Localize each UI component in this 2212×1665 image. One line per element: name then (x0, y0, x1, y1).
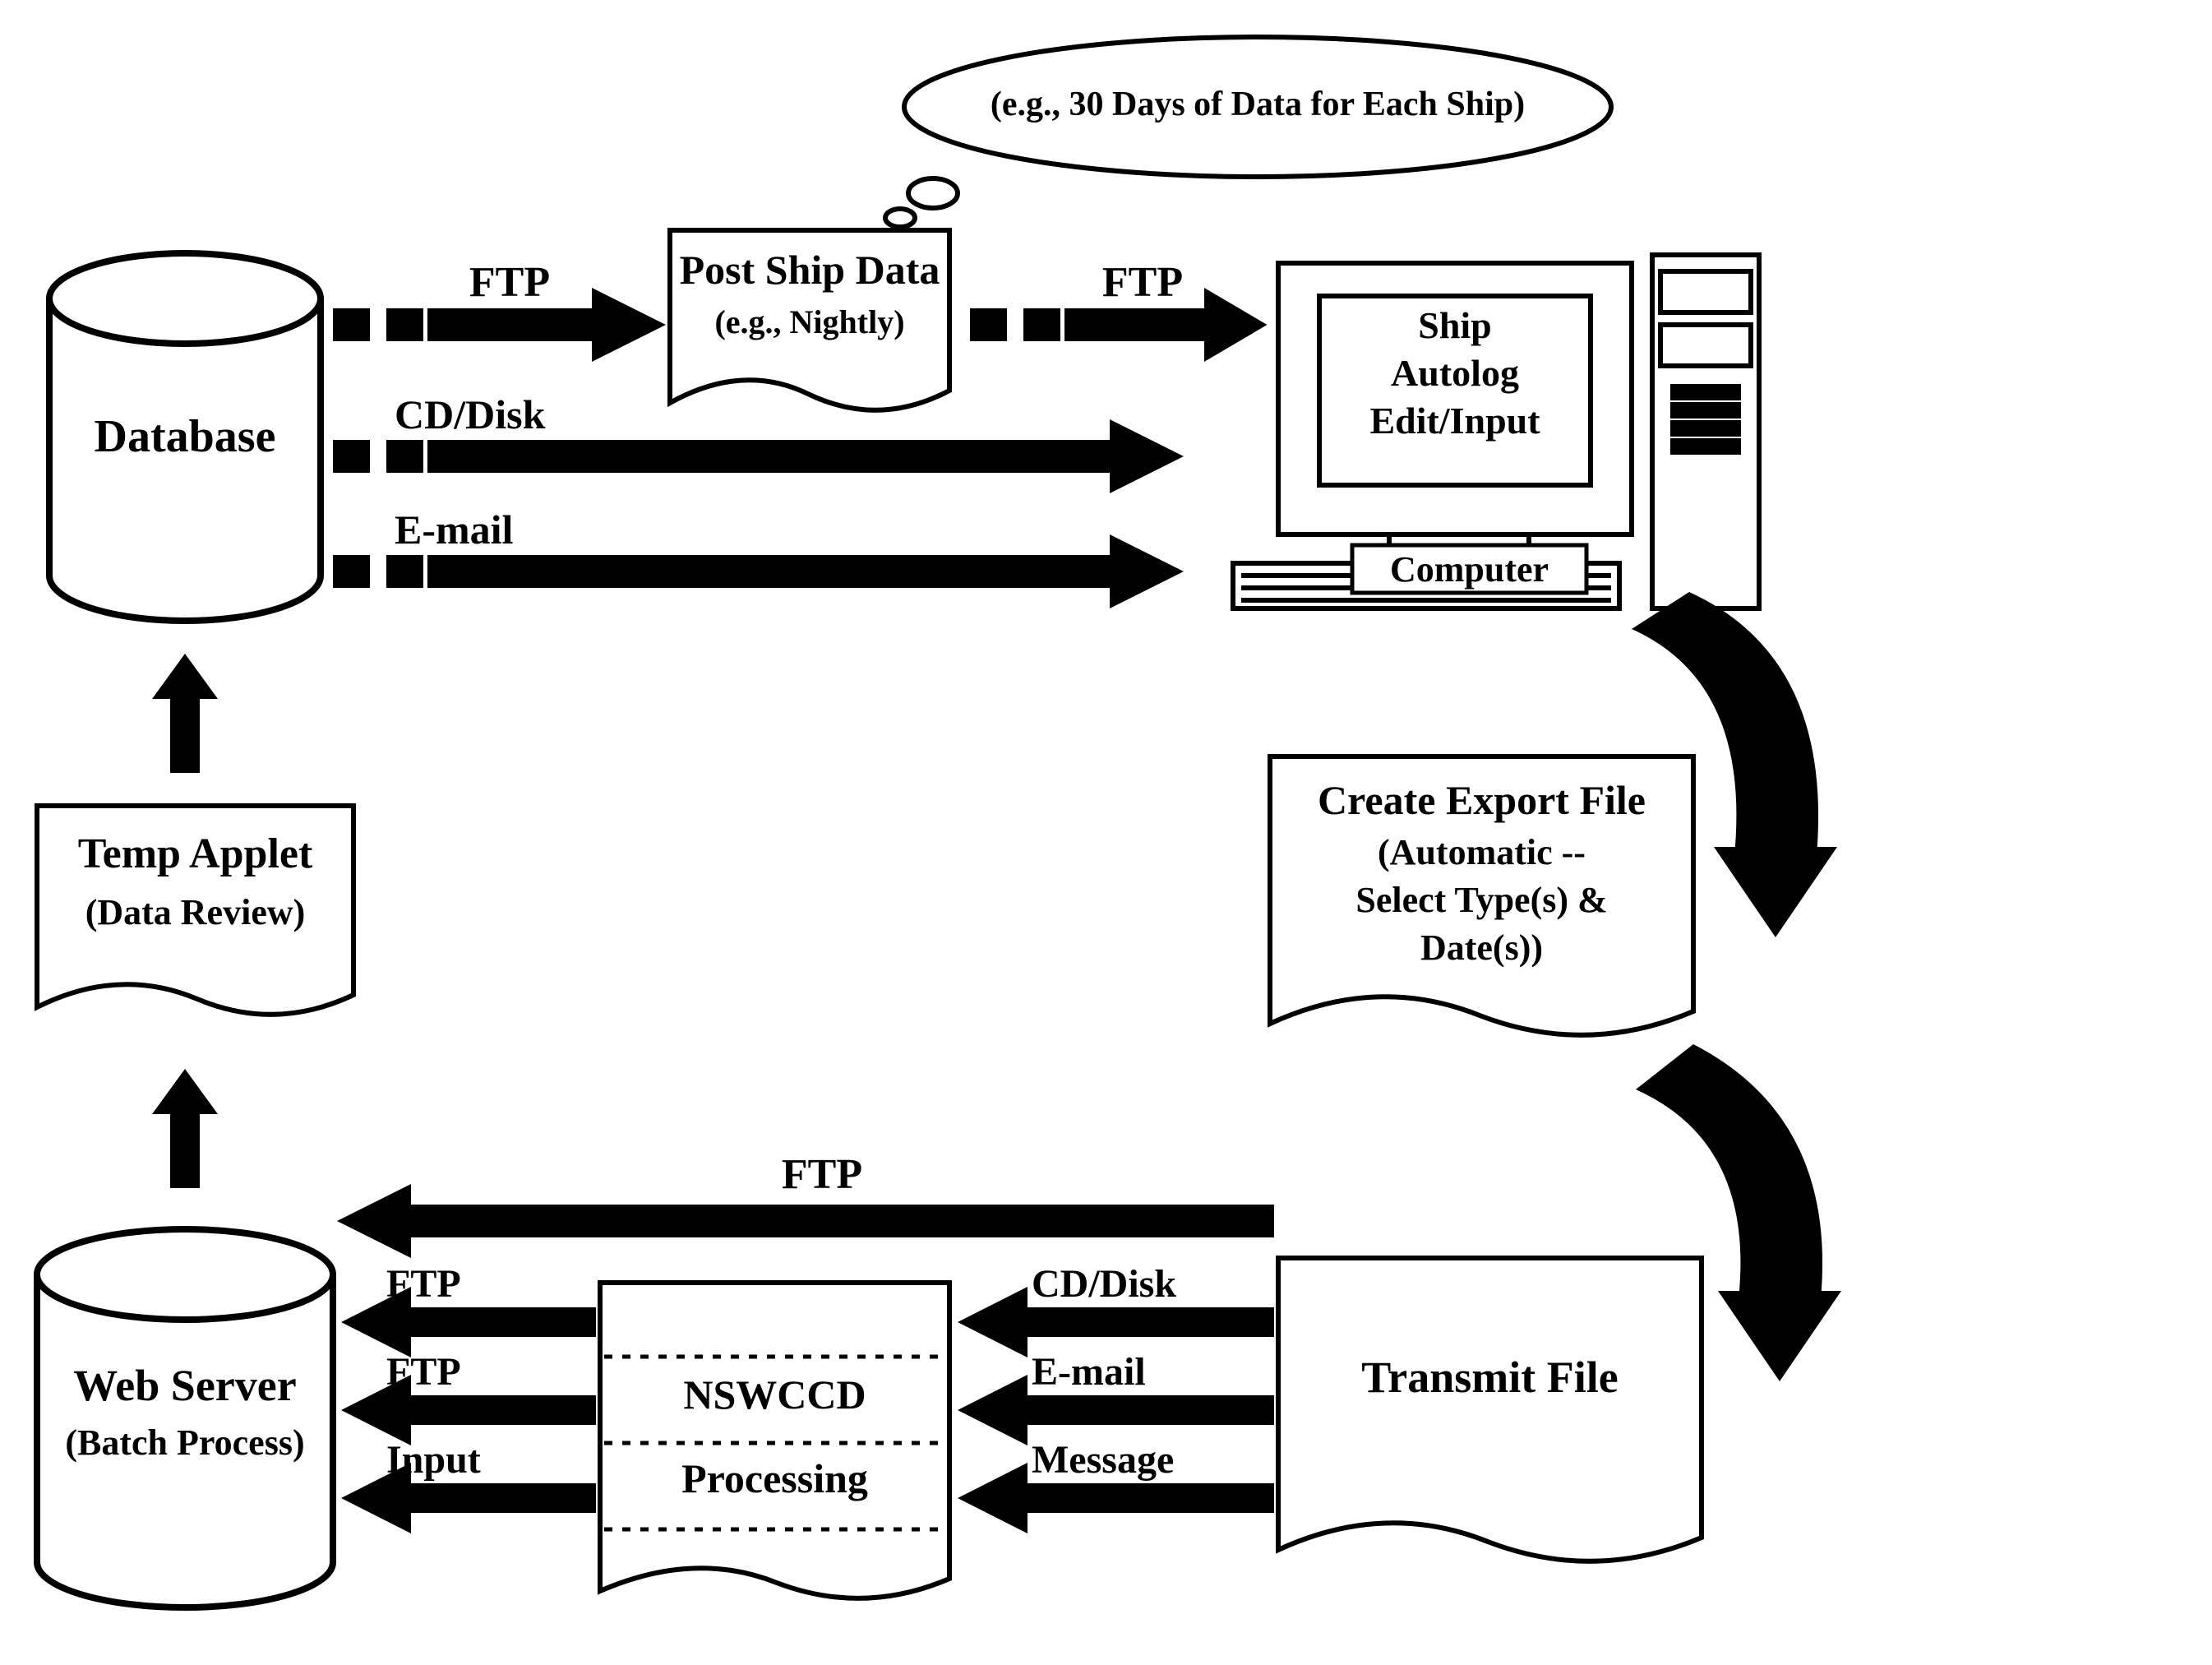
edge-msg: Message (1032, 1438, 1278, 1482)
transmit-file-doc (1278, 1258, 1702, 1561)
arrow-ws-to-applet (152, 1069, 218, 1188)
database-label: Database (49, 411, 321, 463)
export-l3: Select Type(s) & (1270, 880, 1693, 920)
edge-email-2: E-mail (1032, 1350, 1278, 1394)
edge-input: Input (386, 1438, 600, 1482)
webserver-sub: (Batch Process) (37, 1422, 333, 1463)
webserver-title: Web Server (37, 1361, 333, 1410)
edge-ftp-3: FTP (386, 1262, 600, 1307)
nswccd-l1: NSWCCD (600, 1371, 949, 1418)
web-server-cylinder (37, 1229, 333, 1607)
callout-bubble (885, 37, 1611, 227)
applet-sub: (Data Review) (37, 892, 353, 932)
export-l4: Date(s)) (1270, 927, 1693, 968)
export-l2: (Automatic -- (1270, 832, 1693, 872)
post-ship-sub: (e.g., Nightly) (670, 304, 949, 341)
edge-ftp-1: FTP (427, 259, 592, 307)
applet-title: Temp Applet (37, 830, 353, 878)
export-title: Create Export File (1270, 777, 1693, 823)
diagram-canvas: Database Post Ship Data (e.g., Nightly) … (0, 0, 2212, 1665)
edge-ftp-long: FTP (699, 1151, 945, 1199)
post-ship-title: Post Ship Data (670, 247, 949, 293)
transmit-title: Transmit File (1278, 1353, 1702, 1402)
computer-label: Computer (1352, 549, 1586, 590)
autolog-l2: Autolog (1319, 352, 1591, 395)
edge-cd-2: CD/Disk (1032, 1262, 1278, 1307)
callout-text: (e.g., 30 Days of Data for Each Ship) (904, 86, 1611, 124)
autolog-l3: Edit/Input (1319, 400, 1591, 442)
nswccd-doc (600, 1283, 949, 1598)
edge-ftp-2: FTP (1060, 259, 1225, 307)
edge-cd-1: CD/Disk (395, 391, 641, 437)
arrow-applet-to-db (152, 654, 218, 773)
autolog-l1: Ship (1319, 304, 1591, 347)
edge-ftp-4: FTP (386, 1350, 600, 1394)
edge-email-1: E-mail (395, 506, 641, 553)
nswccd-l2: Processing (600, 1455, 949, 1501)
